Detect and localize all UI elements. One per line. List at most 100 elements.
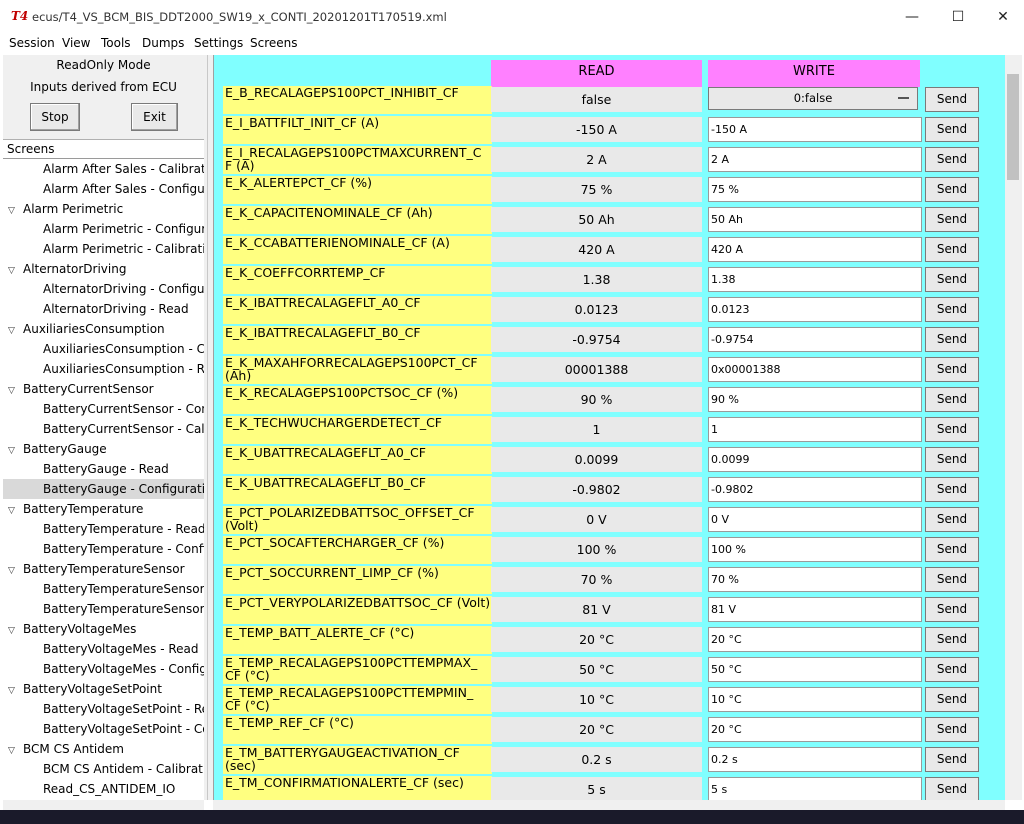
chevron-down-icon[interactable]: ▽ [8, 321, 20, 339]
send-button[interactable]: Send [925, 537, 979, 562]
write-input[interactable]: 20 °C [708, 717, 922, 742]
write-input[interactable]: 5 s [708, 777, 922, 800]
write-input[interactable]: 90 % [708, 387, 922, 412]
tree-item[interactable]: ▽ BatteryGauge [3, 439, 204, 459]
write-input[interactable]: 0.2 s [708, 747, 922, 772]
send-button[interactable]: Send [925, 387, 979, 412]
menu-tools[interactable]: Tools [101, 36, 131, 50]
tree-item[interactable]: ▽ BatteryTemperatureSensor [3, 559, 204, 579]
send-button[interactable]: Send [925, 177, 979, 202]
send-button[interactable]: Send [925, 507, 979, 532]
minimize-button[interactable]: — [889, 4, 935, 30]
write-select[interactable]: 0:false [708, 87, 918, 110]
chevron-down-icon[interactable]: ▽ [8, 441, 20, 459]
chevron-down-icon[interactable]: ▽ [8, 741, 20, 759]
scrollbar-thumb[interactable] [1007, 74, 1019, 180]
write-input[interactable]: -150 A [708, 117, 922, 142]
write-input[interactable]: 2 A [708, 147, 922, 172]
tree-item[interactable]: ▽ AlternatorDriving [3, 259, 204, 279]
write-input[interactable]: 0.0123 [708, 297, 922, 322]
tree-item[interactable]: BatteryGauge - Read [3, 459, 204, 479]
tree-horizontal-scrollbar[interactable] [3, 800, 204, 810]
tree-item[interactable]: BatteryTemperature - Configu [3, 539, 204, 559]
tree-item[interactable]: BatteryCurrentSensor - Config [3, 399, 204, 419]
tree-item[interactable]: BatteryVoltageSetPoint - Read [3, 699, 204, 719]
send-button[interactable]: Send [925, 747, 979, 772]
tree-item[interactable]: Alarm Perimetric - Configurati [3, 219, 204, 239]
send-button[interactable]: Send [925, 117, 979, 142]
tree-item[interactable]: ▽ AuxiliariesConsumption [3, 319, 204, 339]
send-button[interactable]: Send [925, 297, 979, 322]
send-button[interactable]: Send [925, 147, 979, 172]
write-input[interactable]: 420 A [708, 237, 922, 262]
write-input[interactable]: 50 Ah [708, 207, 922, 232]
send-button[interactable]: Send [925, 267, 979, 292]
tree-item[interactable]: BatteryCurrentSensor - Calibra [3, 419, 204, 439]
tree-item[interactable]: BCM CS Antidem - Calibratior [3, 759, 204, 779]
panel-splitter[interactable] [204, 55, 213, 800]
send-button[interactable]: Send [925, 87, 979, 112]
tree-item[interactable]: ▽ BatteryVoltageMes [3, 619, 204, 639]
write-input[interactable]: 1.38 [708, 267, 922, 292]
menu-session[interactable]: Session [9, 36, 55, 50]
send-button[interactable]: Send [925, 447, 979, 472]
write-input[interactable]: -0.9754 [708, 327, 922, 352]
send-button[interactable]: Send [925, 657, 979, 682]
menu-view[interactable]: View [62, 36, 90, 50]
write-input[interactable]: 0.0099 [708, 447, 922, 472]
chevron-down-icon[interactable]: ▽ [8, 381, 20, 399]
send-button[interactable]: Send [925, 717, 979, 742]
send-button[interactable]: Send [925, 417, 979, 442]
tree-item[interactable]: BatteryVoltageSetPoint - Conf [3, 719, 204, 739]
tree-item[interactable]: ▽ BatteryCurrentSensor [3, 379, 204, 399]
send-button[interactable]: Send [925, 687, 979, 712]
tree-item[interactable]: ▽ Alarm Perimetric [3, 199, 204, 219]
send-button[interactable]: Send [925, 597, 979, 622]
menu-settings[interactable]: Settings [194, 36, 243, 50]
menu-screens[interactable]: Screens [250, 36, 298, 50]
write-input[interactable]: 0 V [708, 507, 922, 532]
tree-item[interactable]: BatteryTemperatureSensor - C [3, 579, 204, 599]
chevron-down-icon[interactable]: ▽ [8, 261, 20, 279]
write-input[interactable]: 70 % [708, 567, 922, 592]
chevron-down-icon[interactable]: ▽ [8, 621, 20, 639]
tree-item[interactable]: ▽ BatteryTemperature [3, 499, 204, 519]
chevron-down-icon[interactable]: ▽ [8, 501, 20, 519]
write-input[interactable]: 100 % [708, 537, 922, 562]
tree-item[interactable]: AuxiliariesConsumption - Reac [3, 359, 204, 379]
close-button[interactable]: ✕ [980, 4, 1024, 30]
tree-item[interactable]: Alarm Perimetric - Calibration [3, 239, 204, 259]
send-button[interactable]: Send [925, 567, 979, 592]
vertical-scrollbar[interactable] [1005, 55, 1022, 800]
tree-item[interactable]: Read_CS_ANTIDEM_IO [3, 779, 204, 799]
tree-item[interactable]: BatteryGauge - Configuration [3, 479, 204, 499]
tree-item[interactable]: BatteryVoltageMes - Read [3, 639, 204, 659]
tree-item[interactable]: Alarm After Sales - Configurat [3, 179, 204, 199]
tree-item[interactable]: AuxiliariesConsumption - Conf [3, 339, 204, 359]
write-input[interactable]: 75 % [708, 177, 922, 202]
tree-item[interactable]: BatteryTemperatureSensor - R [3, 599, 204, 619]
tree-item[interactable]: BatteryTemperature - Read [3, 519, 204, 539]
write-input[interactable]: 81 V [708, 597, 922, 622]
send-button[interactable]: Send [925, 237, 979, 262]
tree-item[interactable]: AlternatorDriving - Read [3, 299, 204, 319]
horizontal-scrollbar[interactable] [213, 800, 1005, 810]
send-button[interactable]: Send [925, 777, 979, 800]
write-input[interactable]: 0x00001388 [708, 357, 922, 382]
send-button[interactable]: Send [925, 207, 979, 232]
menu-dumps[interactable]: Dumps [142, 36, 184, 50]
tree-item[interactable]: Alarm After Sales - Calibration [3, 159, 204, 179]
maximize-button[interactable]: ☐ [935, 4, 981, 30]
chevron-down-icon[interactable]: ▽ [8, 681, 20, 699]
write-input[interactable]: 10 °C [708, 687, 922, 712]
chevron-down-icon[interactable]: ▽ [8, 201, 20, 219]
write-input[interactable]: 1 [708, 417, 922, 442]
tree-item[interactable]: ▽ BatteryVoltageSetPoint [3, 679, 204, 699]
send-button[interactable]: Send [925, 327, 979, 352]
send-button[interactable]: Send [925, 357, 979, 382]
tree-item[interactable]: ▽ BCM CS Antidem [3, 739, 204, 759]
write-input[interactable]: 20 °C [708, 627, 922, 652]
send-button[interactable]: Send [925, 477, 979, 502]
write-input[interactable]: 50 °C [708, 657, 922, 682]
send-button[interactable]: Send [925, 627, 979, 652]
